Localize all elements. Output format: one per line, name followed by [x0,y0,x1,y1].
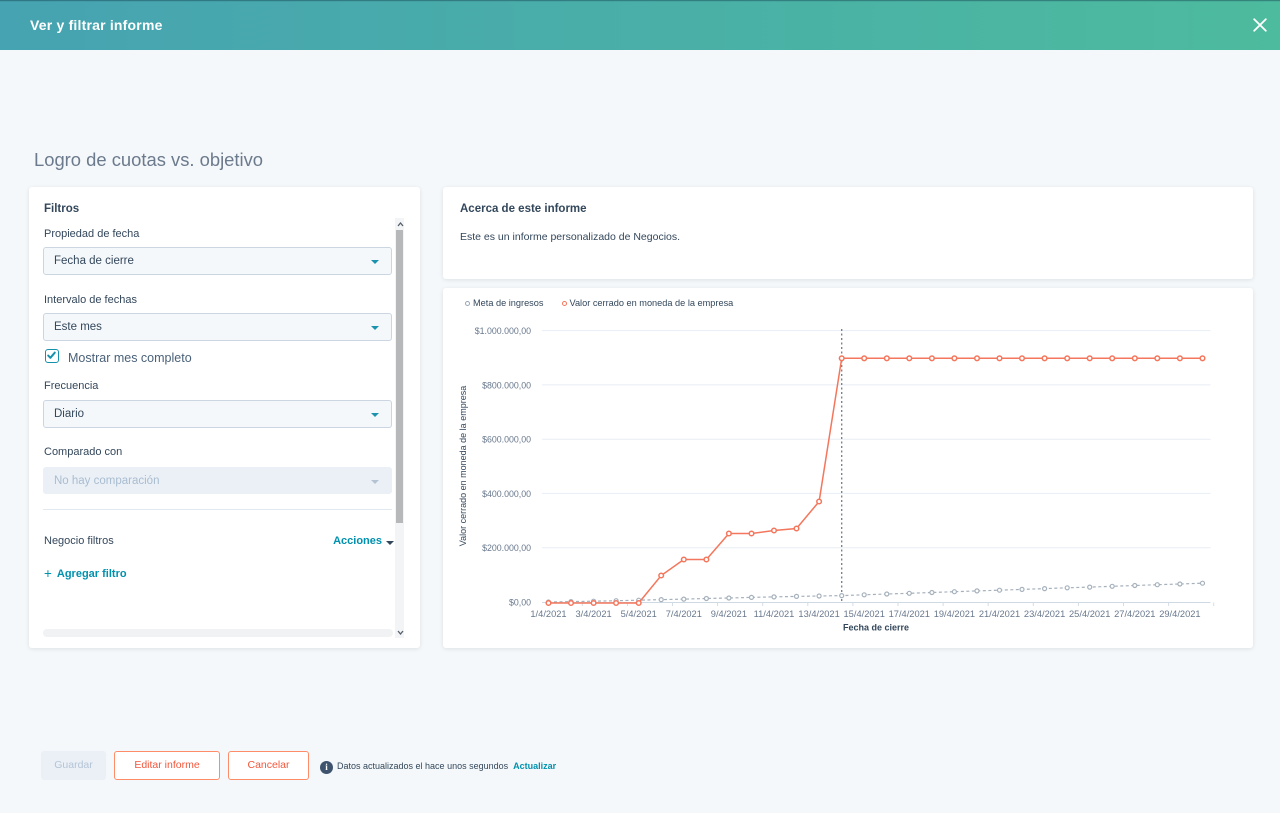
svg-text:$600.000,00: $600.000,00 [482,435,531,445]
svg-text:7/4/2021: 7/4/2021 [666,609,702,619]
svg-text:27/4/2021: 27/4/2021 [1114,609,1155,619]
svg-text:19/4/2021: 19/4/2021 [934,609,975,619]
svg-text:$800.000,00: $800.000,00 [482,380,531,390]
svg-text:17/4/2021: 17/4/2021 [889,609,930,619]
svg-text:29/4/2021: 29/4/2021 [1159,609,1200,619]
svg-text:21/4/2021: 21/4/2021 [979,609,1020,619]
svg-text:Fecha de cierre: Fecha de cierre [843,623,909,633]
svg-text:$0,00: $0,00 [509,598,531,608]
svg-text:Valor cerrado en moneda de la: Valor cerrado en moneda de la empresa [458,386,468,546]
svg-text:13/4/2021: 13/4/2021 [798,609,839,619]
svg-text:25/4/2021: 25/4/2021 [1069,609,1110,619]
svg-text:1/4/2021: 1/4/2021 [530,609,566,619]
svg-text:$1.000.000,00: $1.000.000,00 [475,326,531,336]
svg-text:5/4/2021: 5/4/2021 [621,609,657,619]
svg-text:15/4/2021: 15/4/2021 [844,609,885,619]
svg-text:$400.000,00: $400.000,00 [482,489,531,499]
svg-text:9/4/2021: 9/4/2021 [711,609,747,619]
svg-text:23/4/2021: 23/4/2021 [1024,609,1065,619]
svg-text:$200.000,00: $200.000,00 [482,543,531,553]
svg-text:11/4/2021: 11/4/2021 [754,609,795,619]
svg-text:3/4/2021: 3/4/2021 [575,609,611,619]
